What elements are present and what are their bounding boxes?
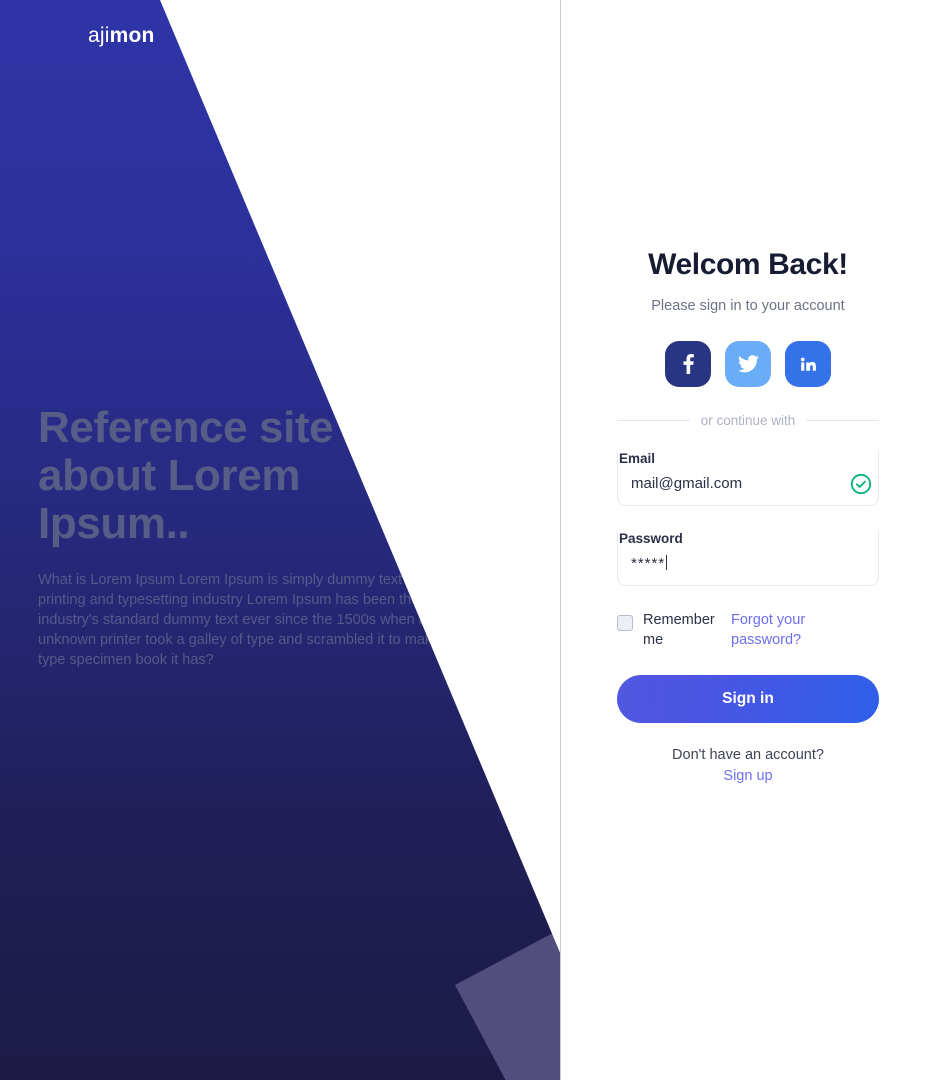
twitter-icon bbox=[737, 355, 759, 373]
text-caret bbox=[666, 555, 668, 570]
social-login-row bbox=[617, 341, 879, 387]
brand-logo-light: aji bbox=[88, 24, 110, 47]
page-subtitle: Please sign in to your account bbox=[651, 298, 845, 314]
divider-label: or continue with bbox=[700, 413, 796, 428]
hero-block: Reference site about Lorem Ipsum.. What … bbox=[38, 404, 508, 670]
divider-line-right bbox=[806, 420, 879, 421]
divider-line-left bbox=[617, 420, 690, 421]
linkedin-login-button[interactable] bbox=[785, 341, 831, 387]
linkedin-icon bbox=[799, 355, 817, 373]
remember-me-checkbox[interactable] bbox=[617, 615, 633, 631]
signup-question: Don't have an account? bbox=[672, 747, 824, 763]
twitter-login-button[interactable] bbox=[725, 341, 771, 387]
branding-panel: Reference site about Lorem Ipsum.. What … bbox=[0, 0, 561, 1080]
brand-logo[interactable]: ajimon bbox=[88, 24, 155, 48]
facebook-login-button[interactable] bbox=[665, 341, 711, 387]
remember-me-label[interactable]: Remember me bbox=[643, 610, 721, 650]
signup-row: Don't have an account? Sign up bbox=[617, 747, 879, 785]
password-field-group: Password ***** bbox=[617, 530, 879, 586]
divider: or continue with bbox=[617, 413, 879, 428]
email-field-group: Email bbox=[617, 450, 879, 506]
email-label: Email bbox=[619, 451, 656, 466]
panel-divider bbox=[560, 0, 561, 1080]
password-label: Password bbox=[619, 531, 683, 546]
login-form: Welcom Back! Please sign in to your acco… bbox=[617, 248, 879, 1080]
password-masked-value: ***** bbox=[631, 555, 666, 572]
login-panel: Welcom Back! Please sign in to your acco… bbox=[561, 0, 935, 1080]
decorative-square-shape bbox=[455, 895, 561, 1080]
hero-title: Reference site about Lorem Ipsum.. bbox=[38, 403, 334, 548]
forgot-password-link[interactable]: Forgot your password? bbox=[731, 610, 831, 650]
brand-logo-bold: mon bbox=[109, 24, 155, 47]
login-page: Reference site about Lorem Ipsum.. What … bbox=[0, 0, 935, 1080]
facebook-icon bbox=[682, 354, 694, 374]
hero-paragraph: What is Lorem Ipsum Lorem Ipsum is simpl… bbox=[38, 572, 453, 668]
options-row: Remember me Forgot your password? bbox=[617, 610, 879, 650]
sign-in-button[interactable]: Sign in bbox=[617, 675, 879, 723]
password-input[interactable]: ***** bbox=[618, 553, 878, 575]
sign-up-link[interactable]: Sign up bbox=[723, 768, 772, 784]
email-input[interactable] bbox=[618, 473, 878, 495]
email-valid-check-icon bbox=[850, 473, 872, 495]
page-title: Welcom Back! bbox=[648, 248, 848, 281]
